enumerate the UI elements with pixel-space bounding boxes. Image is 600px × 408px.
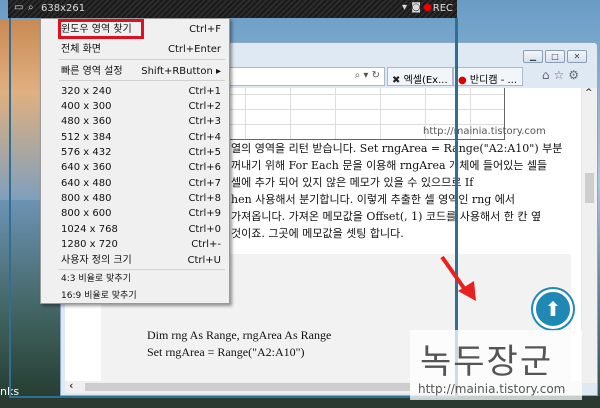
menu-item-label: 400 x 300 (61, 101, 112, 112)
menu-item-shortcut: Shift+RButton ▸ (141, 66, 221, 77)
menu-item[interactable]: 480 x 360 Ctrl+3 (61, 114, 221, 129)
red-arrow-annotation (440, 255, 476, 301)
menu-item[interactable]: 빠른 영역 설정 Shift+RButton ▸ (61, 64, 221, 79)
close-button[interactable]: ✕ (567, 50, 587, 63)
menu-item-shortcut: Ctrl+5 (188, 147, 221, 158)
menu-item-label: 640 x 360 (61, 162, 112, 173)
menu-item[interactable]: 사용자 정의 크기 Ctrl+U (61, 253, 221, 268)
menu-item[interactable]: 512 x 384 Ctrl+4 (61, 130, 221, 145)
bandicam-titlebar[interactable]: ▭ ⌕ 638x261 ▾ ◙ ● REC (8, 0, 457, 18)
menu-item-label: 640 x 480 (61, 178, 112, 189)
menu-item[interactable]: 320 x 240 Ctrl+1 (61, 84, 221, 99)
menu-item-shortcut: Ctrl+0 (188, 224, 221, 235)
tab-bandicam[interactable]: ● 반디캠 - ... (453, 67, 523, 86)
menu-item-label: 사용자 정의 크기 (61, 255, 132, 266)
window-controls: ▁ □ ✕ (523, 50, 587, 63)
menu-item[interactable]: 800 x 600 Ctrl+9 (61, 206, 221, 221)
search-icon[interactable]: ⌕ (28, 2, 34, 13)
maximize-button[interactable]: □ (545, 50, 565, 63)
menu-item-shortcut: Ctrl+7 (188, 178, 221, 189)
menu-item-shortcut: Ctrl+4 (188, 132, 221, 143)
tab-label: 반디캠 - ... (469, 75, 518, 86)
scroll-up-icon[interactable]: ^ (585, 88, 593, 98)
menu-item[interactable]: 16:9 비율로 맞추기 (61, 289, 221, 304)
menu-item-shortcut: Ctrl+1 (188, 86, 221, 97)
menu-item-label: 빠른 영역 설정 (61, 66, 123, 77)
watermark: 녹두장군 http://mainia.tistory.com (410, 330, 582, 400)
menu-item-label: 16:9 비율로 맞추기 (61, 291, 137, 301)
menu-separator (59, 269, 225, 270)
menu-item-label: 576 x 432 (61, 147, 112, 158)
menu-item-shortcut: Ctrl+Enter (167, 44, 221, 55)
scroll-to-top-button[interactable]: ⬆ (533, 289, 573, 329)
rec-dot-icon: ● (423, 2, 432, 13)
menu-item-label: 윈도우 영역 찾기 (61, 24, 132, 35)
menu-item-label: 512 x 384 (61, 132, 112, 143)
menu-item[interactable]: 640 x 480 Ctrl+7 (61, 176, 221, 191)
window-icon[interactable]: ▭ (14, 2, 23, 13)
toolbar-icons: ⌂☆⚙ (542, 68, 583, 82)
menu-separator (59, 80, 225, 81)
menu-item-label: 800 x 600 (61, 208, 112, 219)
watermark-title: 녹두장군 (420, 342, 554, 382)
menu-item[interactable]: 1280 x 720 Ctrl+- (61, 237, 221, 252)
capture-area-menu: 윈도우 영역 찾기 Ctrl+F 전체 화면 Ctrl+Enter 빠른 영역 설정 Sh… (40, 18, 230, 304)
gear-icon[interactable]: ⚙ (568, 68, 583, 82)
menu-item[interactable]: 576 x 432 Ctrl+5 (61, 145, 221, 160)
menu-item-label: 320 x 240 (61, 86, 112, 97)
vertical-scrollbar[interactable]: ^ (582, 88, 597, 383)
menu-item[interactable]: 1024 x 768 Ctrl+0 (61, 222, 221, 237)
menu-item-label: 480 x 360 (61, 116, 112, 127)
menu-item-label: 전체 화면 (61, 44, 101, 55)
menu-item[interactable]: 전체 화면 Ctrl+Enter (61, 42, 221, 57)
menu-item[interactable]: 윈도우 영역 찾기 Ctrl+F (61, 22, 221, 37)
menu-item-shortcut: Ctrl+8 (188, 193, 221, 204)
menu-item-shortcut: Ctrl+3 (188, 116, 221, 127)
dropdown-icon[interactable]: ▾ (402, 2, 407, 13)
menu-item[interactable]: 4:3 비율로 맞추기 (61, 272, 221, 287)
menu-item-shortcut: Ctrl+2 (188, 101, 221, 112)
menu-item-label: 1280 x 720 (61, 239, 118, 250)
rec-button[interactable]: REC (433, 3, 453, 14)
menu-item-label: 1024 x 768 (61, 224, 118, 235)
star-icon[interactable]: ☆ (553, 68, 568, 82)
menu-item[interactable]: 640 x 360 Ctrl+6 (61, 160, 221, 175)
menu-separator (59, 59, 225, 60)
menu-item-label: 4:3 비율로 맞추기 (61, 274, 131, 284)
menu-item[interactable]: 800 x 480 Ctrl+8 (61, 191, 221, 206)
menu-item-shortcut: Ctrl+F (189, 24, 221, 35)
scroll-thumb[interactable] (585, 173, 594, 203)
camera-icon[interactable]: ◙ (411, 2, 421, 13)
minimize-button[interactable]: ▁ (523, 50, 543, 63)
menu-item-shortcut: Ctrl+U (187, 255, 222, 266)
capture-size: 638x261 (41, 3, 86, 14)
menu-item-shortcut: Ctrl+- (191, 239, 221, 250)
menu-item-shortcut: Ctrl+6 (188, 162, 221, 173)
menu-item[interactable]: 400 x 300 Ctrl+2 (61, 99, 221, 114)
home-icon[interactable]: ⌂ (542, 68, 554, 82)
menu-item-shortcut: Ctrl+9 (188, 208, 221, 219)
menu-item-label: 800 x 480 (61, 193, 112, 204)
watermark-url: http://mainia.tistory.com (418, 382, 566, 396)
